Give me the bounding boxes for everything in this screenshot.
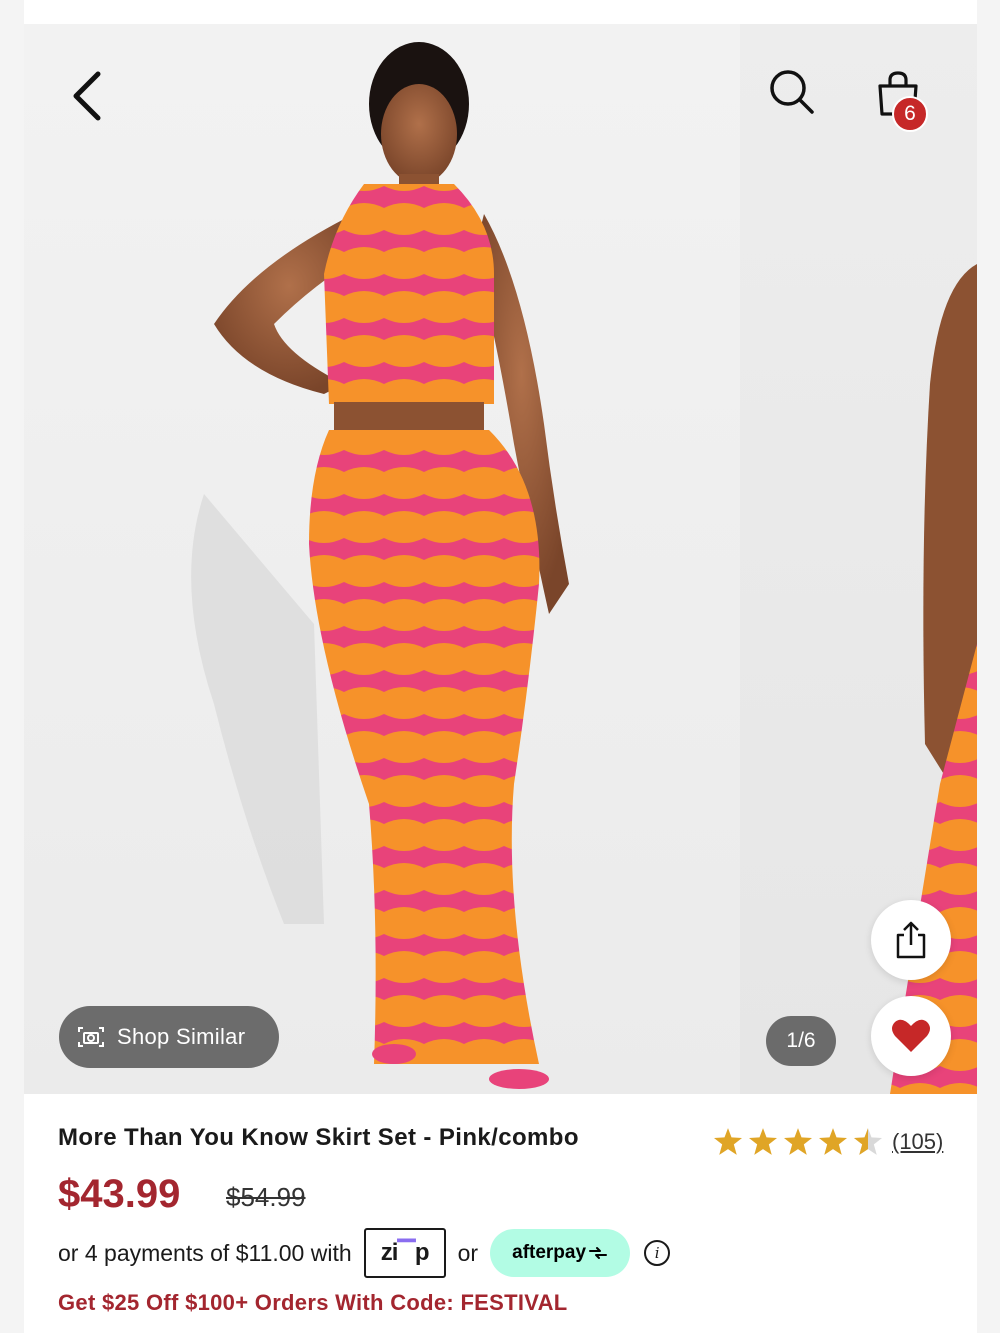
payments-text: or 4 payments of $11.00 with <box>58 1239 352 1266</box>
chevron-left-icon <box>73 71 101 121</box>
afterpay-arrows-icon <box>589 1247 608 1259</box>
review-count-link[interactable]: (105) <box>892 1129 943 1155</box>
sale-price: $43.99 <box>58 1172 181 1216</box>
back-button[interactable] <box>58 66 118 126</box>
product-image-gallery[interactable]: 6 Shop Similar 1/6 <box>24 24 977 1094</box>
zip-logo-left: zi <box>380 1239 399 1266</box>
or-text: or <box>457 1239 479 1266</box>
afterpay-label: afterpay <box>512 1242 587 1263</box>
cart-count-badge: 6 <box>892 96 928 132</box>
product-image-main[interactable] <box>24 24 740 1094</box>
shop-similar-label: Shop Similar <box>117 1024 246 1049</box>
installment-payments: or 4 payments of $11.00 with zi ▔ p or aft… <box>58 1228 671 1278</box>
favorite-button[interactable] <box>871 996 951 1076</box>
model-photo <box>191 42 569 1089</box>
product-info: More Than You Know Skirt Set - Pink/comb… <box>24 1094 977 1333</box>
afterpay-button[interactable]: afterpay <box>490 1229 631 1277</box>
promo-banner[interactable]: Get $25 Off $100+ Orders With Code: FEST… <box>58 1290 568 1316</box>
image-counter: 1/6 <box>766 1016 836 1066</box>
info-icon[interactable]: i <box>644 1240 671 1266</box>
star-full-icon <box>714 1128 742 1155</box>
product-page: 6 Shop Similar 1/6 More Than You Know Sk <box>24 0 977 1333</box>
product-rating[interactable]: (105) <box>714 1128 943 1155</box>
status-strip <box>24 0 977 24</box>
original-price: $54.99 <box>226 1182 306 1212</box>
heart-icon <box>892 1019 930 1052</box>
star-full-icon <box>819 1128 847 1155</box>
zip-logo-mid: ▔ <box>397 1239 415 1267</box>
star-half-icon <box>854 1128 882 1155</box>
camera-icon <box>78 1027 104 1047</box>
product-title: More Than You Know Skirt Set - Pink/comb… <box>58 1124 579 1151</box>
star-rating <box>714 1128 882 1155</box>
zip-pay-button[interactable]: zi ▔ p <box>363 1228 446 1278</box>
star-full-icon <box>749 1128 777 1155</box>
star-full-icon <box>784 1128 812 1155</box>
share-button[interactable] <box>871 900 951 980</box>
zip-logo-right: p <box>414 1239 430 1266</box>
search-button[interactable] <box>762 62 822 122</box>
search-icon <box>770 70 814 114</box>
shop-similar-button[interactable]: Shop Similar <box>59 1006 279 1068</box>
share-icon <box>896 921 926 959</box>
